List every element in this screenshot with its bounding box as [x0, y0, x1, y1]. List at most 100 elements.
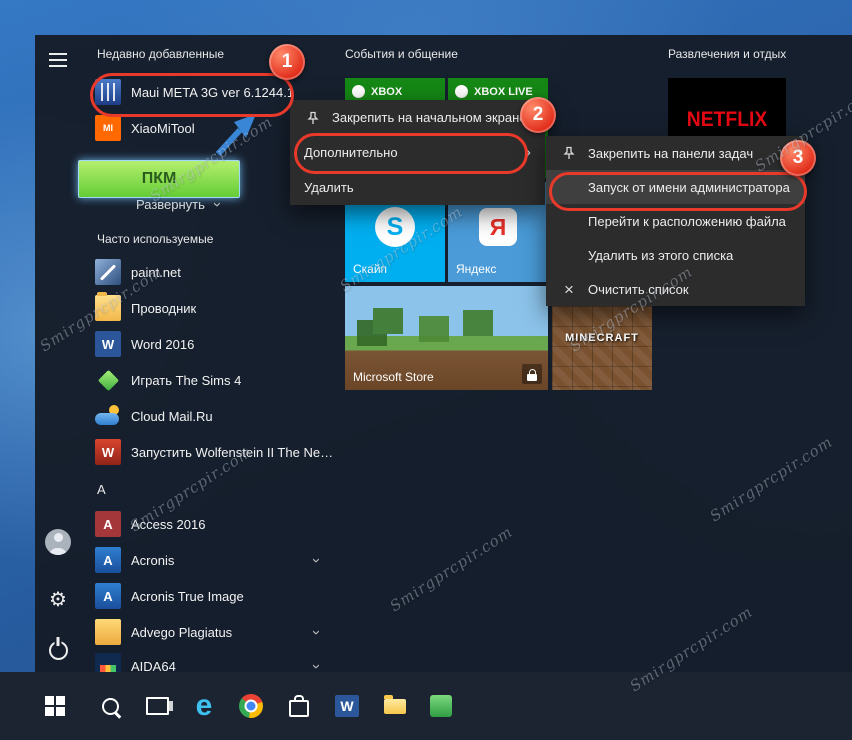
hamburger-menu-button[interactable] — [44, 46, 72, 74]
chevron-down-icon: › — [308, 663, 325, 669]
tile-label: XBOX — [371, 85, 403, 98]
lock-icon — [522, 364, 542, 384]
cloud-icon — [95, 403, 121, 429]
start-button[interactable] — [34, 685, 76, 727]
menu-item-label: Перейти к расположению файла — [588, 213, 786, 229]
app-item-acronis-true-image[interactable]: A Acronis True Image — [95, 580, 335, 612]
user-avatar-button[interactable] — [44, 528, 72, 556]
taskbar: e W — [0, 672, 852, 740]
pin-icon — [304, 111, 322, 125]
taskbar-edge-button[interactable]: e — [183, 685, 225, 727]
paintnet-icon — [95, 259, 121, 285]
context-menu: Закрепить на начальном экране Дополнител… — [290, 100, 545, 205]
menu-item-run-as-admin[interactable]: Запуск от имени администратора — [546, 170, 805, 204]
menu-item-label: Удалить — [304, 180, 354, 195]
yandex-icon: Я — [479, 208, 517, 246]
sims-plumbob-icon — [95, 367, 121, 393]
taskbar-search-button[interactable] — [89, 685, 131, 727]
advego-icon — [95, 619, 121, 645]
clear-x-icon: × — [564, 279, 574, 299]
app-item-label: Access 2016 — [131, 516, 206, 532]
menu-item-delete[interactable]: Удалить — [290, 170, 545, 205]
app-item-label: Запустить Wolfenstein II The New... — [131, 444, 335, 460]
app-item-sims4[interactable]: Играть The Sims 4 — [95, 364, 335, 396]
tile-microsoft-store[interactable]: Microsoft Store — [345, 286, 548, 390]
events-group-header: События и общение — [345, 47, 458, 61]
app-item-wolfenstein[interactable]: W Запустить Wolfenstein II The New... — [95, 436, 335, 468]
store-icon — [289, 695, 309, 717]
menu-item-remove-from-list[interactable]: Удалить из этого списка — [546, 238, 805, 272]
taskbar-chrome-button[interactable] — [230, 685, 272, 727]
app-item-label: Cloud Mail.Ru — [131, 408, 213, 424]
taskbar-file-explorer-button[interactable] — [374, 685, 416, 727]
skype-icon: S — [375, 207, 415, 247]
app-item-word2016[interactable]: W Word 2016 — [95, 328, 335, 360]
gear-icon: ⚙ — [49, 589, 67, 611]
menu-item-label: Запуск от имени администратора — [588, 179, 790, 195]
xbox-logo-icon — [455, 85, 468, 98]
word-icon: W — [335, 695, 359, 717]
task-view-button[interactable] — [136, 685, 178, 727]
taskbar-green-app-button[interactable] — [420, 685, 462, 727]
expand-label: Развернуть — [136, 196, 205, 212]
xiaomitool-icon: MI — [95, 115, 121, 141]
power-icon — [48, 640, 68, 660]
recent-section-header: Недавно добавленные — [97, 47, 225, 61]
app-item-cloud-mailru[interactable]: Cloud Mail.Ru — [95, 400, 335, 432]
context-submenu: Закрепить на панели задач Запуск от имен… — [546, 136, 805, 306]
app-item-label: XiaoMiTool — [131, 120, 195, 136]
taskbar-store-button[interactable] — [278, 685, 320, 727]
app-item-access2016[interactable]: A Access 2016 — [95, 508, 335, 540]
search-icon — [101, 697, 119, 715]
tile-label: Яндекс — [456, 262, 497, 276]
menu-item-clear-list[interactable]: × Очистить список — [546, 272, 805, 306]
app-item-label: Word 2016 — [131, 336, 195, 352]
app-item-paintnet[interactable]: paint.net — [95, 256, 335, 288]
acronis-true-image-icon: A — [95, 583, 121, 609]
fun-group-header: Развлечения и отдых — [668, 47, 787, 61]
menu-item-pin-to-start[interactable]: Закрепить на начальном экране — [290, 100, 545, 135]
xbox-logo-icon — [352, 85, 365, 98]
pkm-callout-label: ПКМ — [141, 170, 177, 187]
menu-item-pin-to-taskbar[interactable]: Закрепить на панели задач — [546, 136, 805, 170]
chrome-icon — [239, 694, 263, 718]
green-app-icon — [430, 695, 452, 717]
app-item-advego[interactable]: Advego Plagiatus › — [95, 616, 335, 648]
app-item-explorer[interactable]: Проводник — [95, 292, 335, 324]
tile-label: Скайп — [353, 262, 388, 276]
access-icon: A — [95, 511, 121, 537]
maui-meta-icon — [95, 79, 121, 105]
hamburger-icon — [49, 53, 67, 67]
word-icon: W — [95, 331, 121, 357]
menu-item-label: Дополнительно — [304, 145, 398, 160]
taskbar-word-button[interactable]: W — [326, 685, 368, 727]
menu-item-open-file-location[interactable]: Перейти к расположению файла — [546, 204, 805, 238]
app-item-label: Acronis — [131, 552, 175, 568]
menu-item-label: Удалить из этого списка — [588, 247, 734, 263]
tile-label: XBOX LIVE — [474, 85, 533, 98]
folder-icon — [95, 292, 121, 321]
file-explorer-icon — [384, 694, 406, 714]
minecraft-logo: MINECRAFT — [565, 331, 639, 344]
menu-item-label: Очистить список — [588, 281, 689, 297]
letter-a-header: A — [97, 482, 106, 497]
netflix-logo: NETFLIX — [686, 108, 768, 131]
menu-item-more[interactable]: Дополнительно › — [290, 135, 545, 170]
app-item-label: Maui META 3G ver 6.1244.1 — [131, 84, 295, 100]
tile-label: Microsoft Store — [353, 370, 434, 384]
app-item-label: Играть The Sims 4 — [131, 372, 242, 388]
chevron-right-icon: › — [525, 143, 531, 161]
menu-item-label: Закрепить на панели задач — [588, 145, 754, 161]
app-item-label: Проводник — [131, 300, 197, 316]
chevron-down-icon: › — [308, 629, 325, 635]
app-item-acronis[interactable]: A Acronis › — [95, 544, 335, 576]
chevron-down-icon: › — [208, 201, 226, 207]
edge-icon: e — [195, 689, 213, 722]
windows-logo-icon — [44, 695, 66, 717]
frequent-section-header: Часто используемые — [97, 232, 214, 246]
settings-button[interactable]: ⚙ — [44, 586, 72, 614]
task-view-icon — [145, 697, 173, 715]
power-button[interactable] — [44, 634, 72, 662]
desktop: ⚙ Недавно добавленные Часто используемые… — [0, 0, 852, 740]
menu-item-label: Закрепить на начальном экране — [332, 110, 527, 125]
